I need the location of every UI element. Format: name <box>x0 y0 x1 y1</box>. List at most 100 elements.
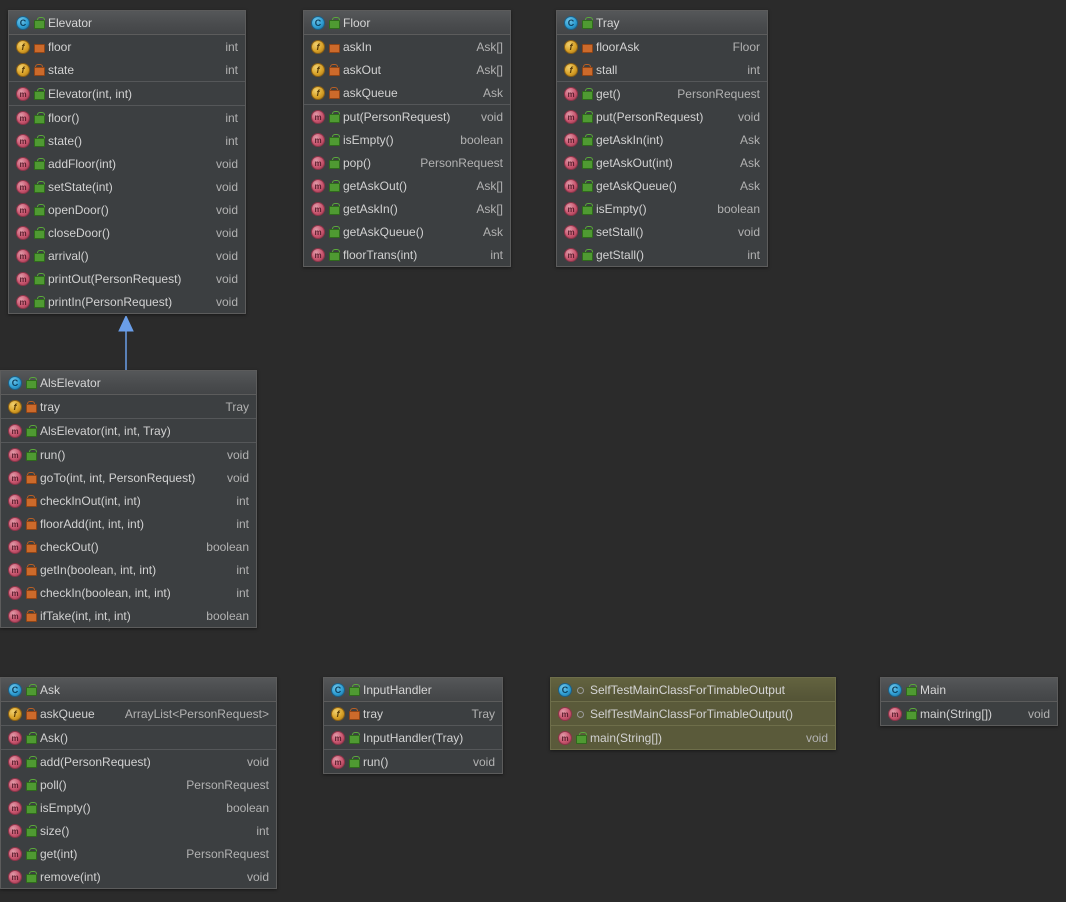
method-icon: m <box>8 777 22 792</box>
uml-class-tray[interactable]: C Tray f floorAsk Floor f stall int m get() Person… <box>556 10 768 267</box>
method-row[interactable]: m get(int) PersonRequest <box>1 842 276 865</box>
method-row[interactable]: m getAskIn() Ask[] <box>304 197 510 220</box>
member-name: tray <box>363 706 384 721</box>
method-row[interactable]: m state() int <box>9 129 245 152</box>
member-type: Tray <box>471 706 495 721</box>
member-name: askIn <box>343 39 372 54</box>
method-row[interactable]: m getAskQueue() Ask <box>557 174 767 197</box>
uml-class-main[interactable]: C Main m main(String[]) void <box>880 677 1058 726</box>
public-unlock-icon <box>25 870 37 883</box>
method-row[interactable]: m isEmpty() boolean <box>1 796 276 819</box>
method-row[interactable]: m Ask() <box>1 726 276 749</box>
method-row[interactable]: m SelfTestMainClassForTimableOutput() <box>551 702 835 725</box>
method-row[interactable]: m checkInOut(int, int) int <box>1 489 256 512</box>
method-icon: m <box>16 179 30 194</box>
uml-class-alselevator[interactable]: C AlsElevator f tray Tray m AlsElevator(int, i… <box>0 370 257 628</box>
method-row[interactable]: m remove(int) void <box>1 865 276 888</box>
field-row[interactable]: f tray Tray <box>324 702 502 725</box>
field-row[interactable]: f tray Tray <box>1 395 256 418</box>
method-row[interactable]: m run() void <box>1 443 256 466</box>
member-type: int <box>236 585 249 600</box>
method-row[interactable]: m getAskIn(int) Ask <box>557 128 767 151</box>
field-row[interactable]: f askIn Ask[] <box>304 35 510 58</box>
public-unlock-icon <box>905 707 917 720</box>
public-unlock-icon <box>25 847 37 860</box>
method-row[interactable]: m put(PersonRequest) void <box>304 105 510 128</box>
method-icon: m <box>564 178 578 193</box>
method-icon: m <box>8 608 22 623</box>
public-unlock-icon <box>328 225 340 238</box>
method-row[interactable]: m getAskOut(int) Ask <box>557 151 767 174</box>
method-row[interactable]: m add(PersonRequest) void <box>1 750 276 773</box>
method-row[interactable]: m AlsElevator(int, int, Tray) <box>1 419 256 442</box>
private-lock-icon <box>328 63 340 76</box>
method-row[interactable]: m main(String[]) void <box>881 702 1057 725</box>
class-header-ask[interactable]: C Ask <box>1 678 276 702</box>
method-row[interactable]: m get() PersonRequest <box>557 82 767 105</box>
method-row[interactable]: m InputHandler(Tray) <box>324 726 502 749</box>
member-type: void <box>215 202 238 217</box>
method-row[interactable]: m closeDoor() void <box>9 221 245 244</box>
class-header-elevator[interactable]: C Elevator <box>9 11 245 35</box>
class-header-floor[interactable]: C Floor <box>304 11 510 35</box>
method-row[interactable]: m floorTrans(int) int <box>304 243 510 266</box>
member-name: getAskQueue() <box>343 224 424 239</box>
method-row[interactable]: m isEmpty() boolean <box>557 197 767 220</box>
class-icon: C <box>888 682 902 697</box>
class-header-main[interactable]: C Main <box>881 678 1057 702</box>
field-row[interactable]: f askOut Ask[] <box>304 58 510 81</box>
method-row[interactable]: m poll() PersonRequest <box>1 773 276 796</box>
uml-class-selftest[interactable]: C SelfTestMainClassForTimableOutput m SelfT… <box>550 677 836 750</box>
method-row[interactable]: m printIn(PersonRequest) void <box>9 290 245 313</box>
class-header-alselevator[interactable]: C AlsElevator <box>1 371 256 395</box>
field-row[interactable]: f state int <box>9 58 245 81</box>
method-row[interactable]: m openDoor() void <box>9 198 245 221</box>
method-row[interactable]: m floorAdd(int, int, int) int <box>1 512 256 535</box>
public-unlock-icon <box>328 16 340 29</box>
method-row[interactable]: m getAskOut() Ask[] <box>304 174 510 197</box>
method-row[interactable]: m setState(int) void <box>9 175 245 198</box>
diagram-canvas[interactable]: C Elevator f floor int f state int m Elevator(int… <box>0 0 1066 902</box>
method-row[interactable]: m ifTake(int, int, int) boolean <box>1 604 256 627</box>
method-row[interactable]: m size() int <box>1 819 276 842</box>
method-row[interactable]: m getAskQueue() Ask <box>304 220 510 243</box>
protected-lock-icon <box>33 40 45 53</box>
method-row[interactable]: m checkOut() boolean <box>1 535 256 558</box>
method-row[interactable]: m setStall() void <box>557 220 767 243</box>
method-row[interactable]: m run() void <box>324 750 502 773</box>
method-row[interactable]: m getStall() int <box>557 243 767 266</box>
field-row[interactable]: f askQueue ArrayList<PersonRequest> <box>1 702 276 725</box>
uml-class-floor[interactable]: C Floor f askIn Ask[] f askOut Ask[] f askQueue As… <box>303 10 511 267</box>
class-header-selftest[interactable]: C SelfTestMainClassForTimableOutput <box>551 678 835 702</box>
method-row[interactable]: m checkIn(boolean, int, int) int <box>1 581 256 604</box>
method-row[interactable]: m addFloor(int) void <box>9 152 245 175</box>
field-row[interactable]: f stall int <box>557 58 767 81</box>
member-type: int <box>225 62 238 77</box>
method-row[interactable]: m main(String[]) void <box>551 726 835 749</box>
member-name: main(String[]) <box>590 730 663 745</box>
connector-alselevator-extends-elevator <box>118 316 134 370</box>
uml-class-ask[interactable]: C Ask f askQueue ArrayList<PersonRequest> m As… <box>0 677 277 889</box>
method-row[interactable]: m getIn(boolean, int, int) int <box>1 558 256 581</box>
method-row[interactable]: m floor() int <box>9 106 245 129</box>
uml-class-inputhandler[interactable]: C InputHandler f tray Tray m InputHandler(Tray… <box>323 677 503 774</box>
public-unlock-icon <box>33 226 45 239</box>
field-row[interactable]: f askQueue Ask <box>304 81 510 104</box>
method-row[interactable]: m printOut(PersonRequest) void <box>9 267 245 290</box>
class-header-inputhandler[interactable]: C InputHandler <box>324 678 502 702</box>
method-row[interactable]: m goTo(int, int, PersonRequest) void <box>1 466 256 489</box>
method-row[interactable]: m pop() PersonRequest <box>304 151 510 174</box>
method-row[interactable]: m put(PersonRequest) void <box>557 105 767 128</box>
uml-class-elevator[interactable]: C Elevator f floor int f state int m Elevator(int… <box>8 10 246 314</box>
member-name: printIn(PersonRequest) <box>48 294 173 309</box>
public-unlock-icon <box>25 824 37 837</box>
method-row[interactable]: m isEmpty() boolean <box>304 128 510 151</box>
method-row[interactable]: m Elevator(int, int) <box>9 82 245 105</box>
method-row[interactable]: m arrival() void <box>9 244 245 267</box>
member-name: closeDoor() <box>48 225 111 240</box>
field-row[interactable]: f floorAsk Floor <box>557 35 767 58</box>
class-header-tray[interactable]: C Tray <box>557 11 767 35</box>
field-row[interactable]: f floor int <box>9 35 245 58</box>
method-icon: m <box>8 539 22 554</box>
private-lock-icon <box>33 63 45 76</box>
